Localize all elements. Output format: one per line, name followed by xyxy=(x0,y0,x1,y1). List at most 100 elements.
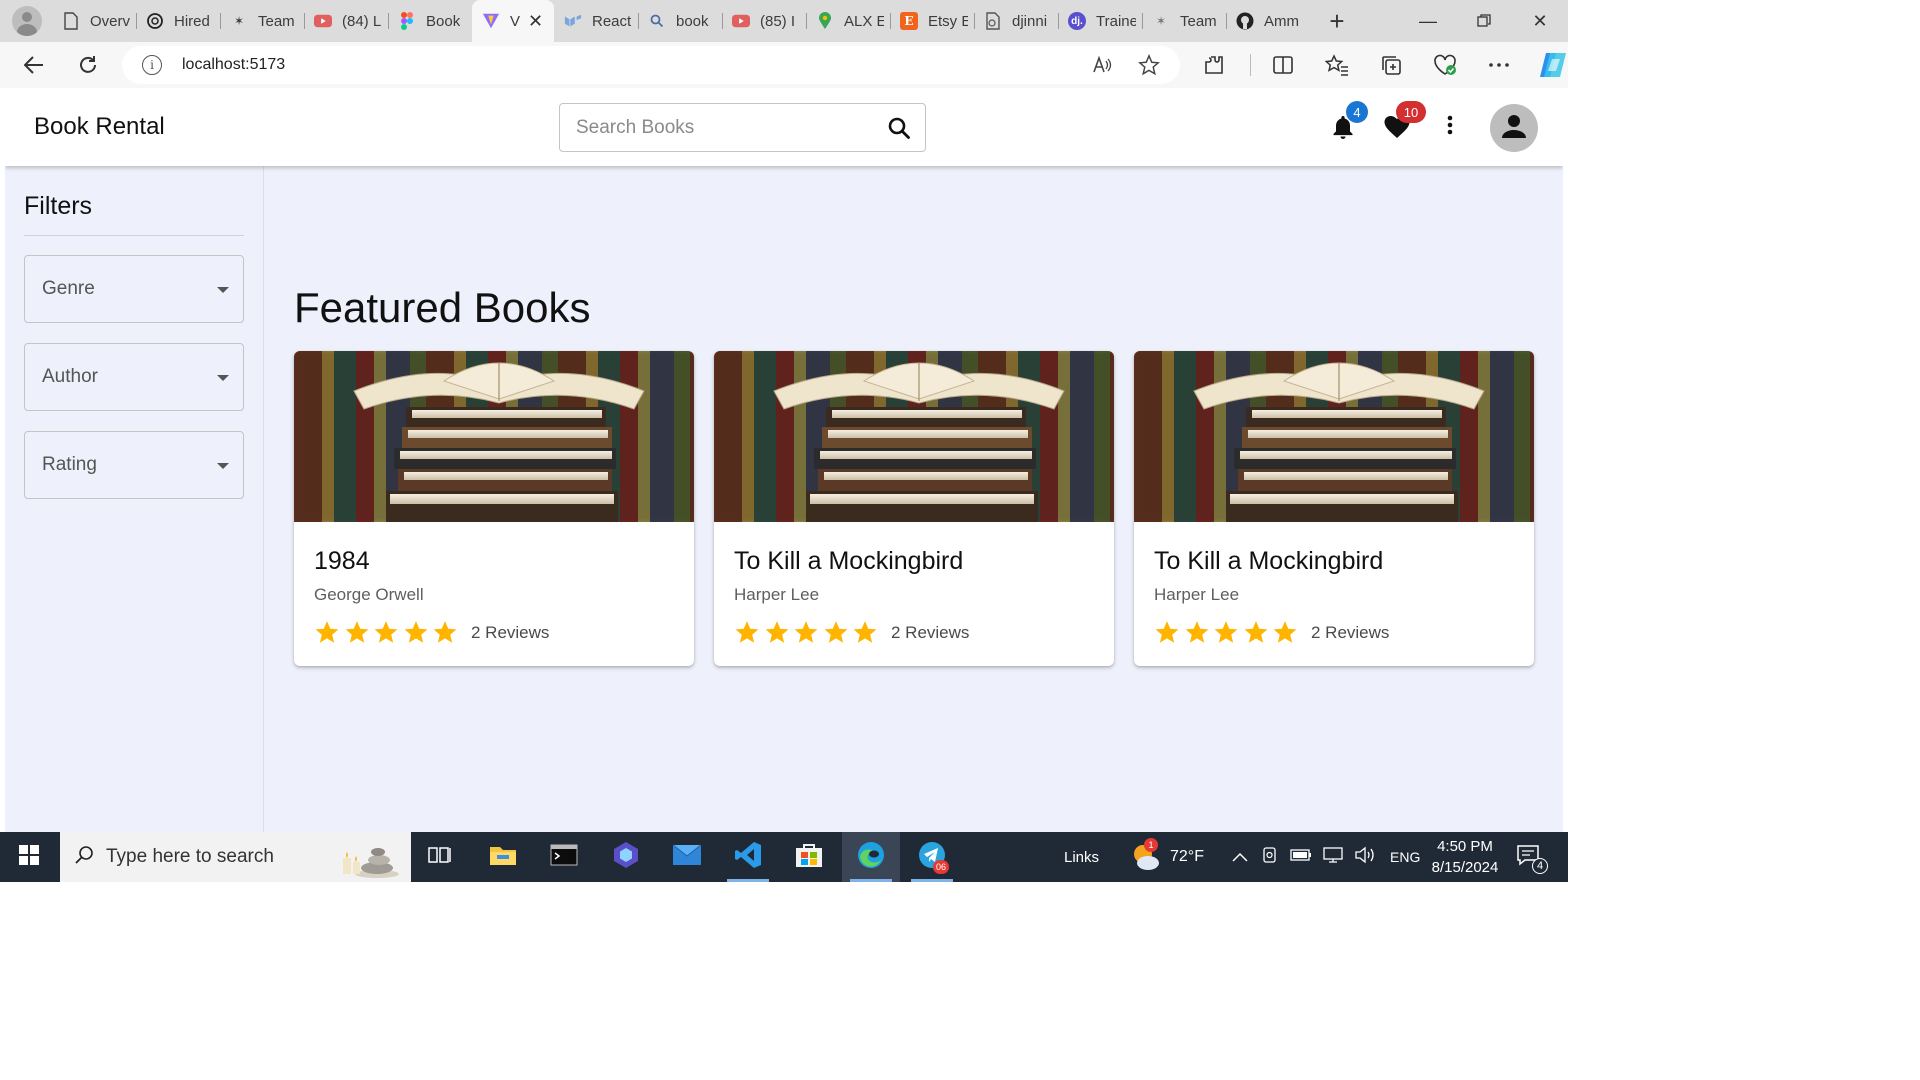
book-title[interactable]: 1984 xyxy=(314,547,370,576)
vscode-button[interactable] xyxy=(719,832,777,882)
browser-tab[interactable]: ✶ Team xyxy=(1142,0,1226,42)
site-info-icon[interactable]: i xyxy=(142,55,162,75)
document-icon xyxy=(62,12,80,30)
book-title[interactable]: To Kill a Mockingbird xyxy=(734,547,963,576)
mail-button[interactable] xyxy=(658,832,716,882)
close-tab-icon[interactable]: ✕ xyxy=(528,11,543,32)
star-icon xyxy=(1272,619,1298,650)
notifications-button[interactable]: 4 xyxy=(1327,101,1368,145)
browser-tab[interactable]: Amm xyxy=(1226,0,1306,42)
book-card[interactable]: 1984 George Orwell 2 Reviews xyxy=(294,351,694,666)
maps-icon xyxy=(816,12,834,30)
browser-tab[interactable]: book xyxy=(638,0,722,42)
user-avatar[interactable] xyxy=(1490,104,1538,152)
extensions-icon[interactable] xyxy=(1196,47,1232,83)
browser-tab-title: Hired xyxy=(174,12,210,30)
browser-tab[interactable]: Hired xyxy=(136,0,220,42)
brand-title[interactable]: Book Rental xyxy=(34,113,165,141)
meet-now-icon[interactable] xyxy=(1262,846,1278,868)
favorites-icon[interactable] xyxy=(1319,47,1355,83)
file-explorer-button[interactable] xyxy=(474,832,532,882)
edge-button[interactable] xyxy=(842,832,900,882)
weather-widget[interactable]: 1 72°F xyxy=(1130,832,1204,882)
browser-tab[interactable]: Overv xyxy=(52,0,136,42)
spark-icon: ✶ xyxy=(233,14,245,28)
back-icon[interactable] xyxy=(16,47,52,83)
read-aloud-icon[interactable] xyxy=(1092,55,1112,80)
book-cover-image xyxy=(714,351,1114,522)
address-url[interactable]: localhost:5173 xyxy=(182,56,285,74)
search-box[interactable] xyxy=(559,103,926,152)
refresh-icon[interactable] xyxy=(70,47,106,83)
browser-tab[interactable]: E Etsy E xyxy=(890,0,974,42)
browser-tab-title: djinni xyxy=(1012,12,1048,30)
store-button[interactable] xyxy=(780,832,838,882)
language-indicator[interactable]: ENG xyxy=(1390,849,1420,865)
app-launcher-button[interactable] xyxy=(597,832,655,882)
close-window-icon[interactable]: ✕ xyxy=(1512,0,1568,42)
clock-date: 8/15/2024 xyxy=(1431,859,1499,876)
browser-tab-active[interactable]: V ✕ xyxy=(472,0,554,42)
browser-tab-title: V xyxy=(510,12,521,30)
copilot-icon[interactable] xyxy=(1535,47,1571,83)
browser-tab-title: Etsy E xyxy=(928,12,968,30)
start-button[interactable] xyxy=(0,832,58,882)
address-bar[interactable]: i localhost:5173 xyxy=(122,46,1180,84)
star-icon xyxy=(403,619,429,650)
browser-tab[interactable]: (84) L xyxy=(304,0,388,42)
collections-icon[interactable] xyxy=(1373,47,1409,83)
battery-icon[interactable] xyxy=(1290,848,1312,866)
windows-taskbar: Type here to search 06 Links 1 72°F ENG … xyxy=(0,832,1568,882)
book-title[interactable]: To Kill a Mockingbird xyxy=(1154,547,1383,576)
figma-icon xyxy=(398,12,416,30)
browser-tab[interactable]: ✶ Team xyxy=(220,0,304,42)
taskbar-search[interactable]: Type here to search xyxy=(60,832,411,882)
volume-icon[interactable] xyxy=(1354,846,1376,868)
windows-logo-icon xyxy=(19,844,39,870)
network-icon[interactable] xyxy=(1322,846,1344,868)
chevron-up-icon[interactable] xyxy=(1232,849,1248,866)
search-icon[interactable] xyxy=(887,116,911,145)
links-toolbar[interactable]: Links xyxy=(1064,832,1099,882)
browser-essentials-icon[interactable] xyxy=(1427,47,1463,83)
book-card[interactable]: To Kill a Mockingbird Harper Lee 2 Revie… xyxy=(1134,351,1534,666)
browser-tab-title: (84) L xyxy=(342,12,382,30)
more-options-button[interactable] xyxy=(1435,112,1465,142)
author-select[interactable]: Author xyxy=(24,343,244,411)
new-tab-button[interactable]: + xyxy=(1322,6,1352,37)
rating-select[interactable]: Rating xyxy=(24,431,244,499)
filters-title: Filters xyxy=(24,192,93,220)
profile-avatar-icon[interactable] xyxy=(12,6,42,36)
mui-icon xyxy=(564,12,582,30)
youtube-icon xyxy=(314,12,332,30)
github-icon xyxy=(1236,12,1254,30)
window-controls: — ✕ xyxy=(1400,0,1568,42)
taskbar-clock[interactable]: 4:50 PM 8/15/2024 xyxy=(1420,836,1510,878)
task-view-button[interactable] xyxy=(411,832,469,882)
weather-sun-cloud-icon: 1 xyxy=(1130,838,1162,872)
browser-tab[interactable]: React xyxy=(554,0,638,42)
favorite-star-icon[interactable] xyxy=(1138,53,1160,81)
browser-tab[interactable]: ALX E xyxy=(806,0,890,42)
browser-tab[interactable]: dj. Traine xyxy=(1058,0,1142,42)
restore-icon[interactable] xyxy=(1456,0,1512,42)
terminal-button[interactable] xyxy=(535,832,593,882)
split-screen-icon[interactable] xyxy=(1265,47,1301,83)
browser-tab-title: ALX E xyxy=(844,12,884,30)
browser-tab[interactable]: (85) I xyxy=(722,0,806,42)
favorites-button[interactable]: 10 xyxy=(1381,101,1426,145)
search-highlight-image-icon xyxy=(323,838,403,883)
book-author: George Orwell xyxy=(314,585,424,604)
vscode-icon xyxy=(734,841,762,874)
taskbar-search-placeholder: Type here to search xyxy=(106,846,274,867)
more-menu-icon[interactable] xyxy=(1481,47,1517,83)
telegram-button[interactable]: 06 xyxy=(903,832,961,882)
book-card[interactable]: To Kill a Mockingbird Harper Lee 2 Revie… xyxy=(714,351,1114,666)
minimize-icon[interactable]: — xyxy=(1400,0,1456,42)
genre-select[interactable]: Genre xyxy=(24,255,244,323)
browser-tab[interactable]: Book xyxy=(388,0,472,42)
action-center-button[interactable]: 4 xyxy=(1508,832,1548,882)
search-input[interactable] xyxy=(576,116,876,140)
book-rating xyxy=(314,619,462,650)
browser-tab[interactable]: djinni xyxy=(974,0,1058,42)
